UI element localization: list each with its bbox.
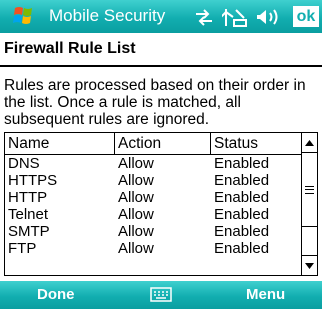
grip-icon	[305, 185, 314, 194]
table-row[interactable]: DNS Allow Enabled	[5, 155, 302, 172]
cell-name: FTP	[8, 240, 37, 257]
menu-softkey[interactable]: Menu	[246, 286, 285, 303]
column-header-name[interactable]: Name	[5, 133, 115, 155]
signal-icon[interactable]	[222, 6, 248, 28]
cell-action: Allow	[118, 240, 154, 257]
app-title: Mobile Security	[49, 6, 166, 25]
cell-action: Allow	[118, 223, 154, 240]
scroll-down-button[interactable]	[302, 255, 317, 275]
volume-icon[interactable]	[256, 6, 282, 28]
rule-rows: DNS Allow Enabled HTTPS Allow Enabled HT…	[5, 155, 302, 257]
cell-status: Enabled	[214, 206, 270, 223]
done-softkey[interactable]: Done	[37, 286, 75, 303]
keyboard-icon[interactable]	[150, 286, 172, 303]
cell-action: Allow	[118, 189, 154, 206]
connectivity-icon[interactable]	[193, 6, 215, 28]
cell-status: Enabled	[214, 155, 270, 172]
cell-action: Allow	[118, 206, 154, 223]
cell-name: HTTP	[8, 189, 48, 206]
cell-status: Enabled	[214, 223, 270, 240]
page-title: Firewall Rule List	[4, 40, 136, 57]
column-header-status[interactable]: Status	[211, 133, 302, 155]
ok-button[interactable]: ok	[293, 6, 319, 27]
cell-name: SMTP	[8, 223, 50, 240]
cell-status: Enabled	[214, 172, 270, 189]
cell-name: HTTPS	[8, 172, 58, 189]
title-bar: Mobile Security ok	[0, 0, 322, 33]
softkey-bar: Done Menu	[0, 281, 322, 309]
firewall-rule-list[interactable]: Name Action Status DNS Allow Enabled HTT…	[4, 132, 318, 276]
triangle-up-icon	[305, 139, 314, 146]
cell-name: DNS	[8, 155, 40, 172]
description-text: Rules are processed based on their order…	[4, 77, 306, 128]
scroll-thumb[interactable]	[302, 153, 317, 227]
scroll-up-button[interactable]	[302, 133, 317, 153]
vertical-scrollbar[interactable]	[301, 133, 317, 275]
table-row[interactable]: HTTPS Allow Enabled	[5, 172, 302, 189]
triangle-down-icon	[305, 262, 314, 269]
table-row[interactable]: FTP Allow Enabled	[5, 240, 302, 257]
cell-action: Allow	[118, 172, 154, 189]
cell-action: Allow	[118, 155, 154, 172]
table-row[interactable]: HTTP Allow Enabled	[5, 189, 302, 206]
windows-logo-icon[interactable]	[12, 4, 38, 28]
cell-status: Enabled	[214, 240, 270, 257]
title-divider	[0, 65, 322, 67]
table-row[interactable]: Telnet Allow Enabled	[5, 206, 302, 223]
cell-status: Enabled	[214, 189, 270, 206]
column-header-action[interactable]: Action	[115, 133, 211, 155]
table-row[interactable]: SMTP Allow Enabled	[5, 223, 302, 240]
cell-name: Telnet	[8, 206, 49, 223]
